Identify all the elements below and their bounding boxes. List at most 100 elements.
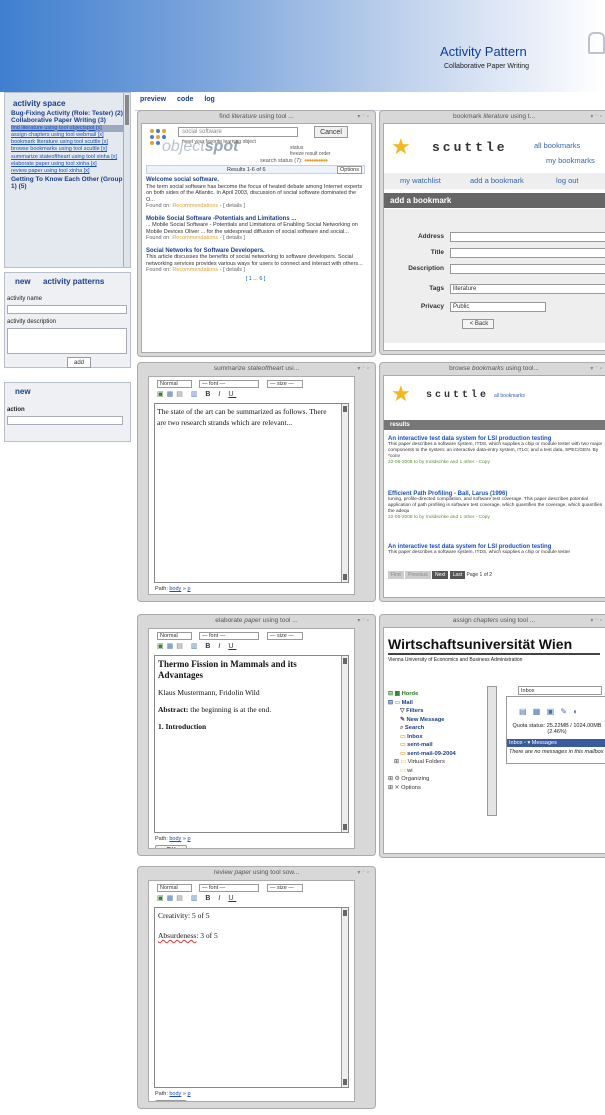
list-item[interactable]: elaborate paper using tool xinha [x] [11,161,124,168]
tree-item-inbox[interactable]: ▭ Inbox [388,733,456,742]
format-select[interactable]: Normal [157,884,192,892]
tree-item-filters[interactable]: ▽ Filters [388,707,456,716]
tree-item-organizing[interactable]: ⊞ ⚙ Organizing [388,775,456,784]
page-subtitle: Collaborative Paper Writing [444,63,530,70]
list-item[interactable]: bookmark literature using tool scuttle [… [11,139,124,146]
tree-item-search[interactable]: ⌕ Search [388,724,456,733]
activity-name-input[interactable] [7,305,127,314]
action-label: action [7,407,25,413]
first-button[interactable]: First [388,571,404,579]
path-indicator: Path: body » p [155,836,191,842]
size-select[interactable]: — size — [267,380,303,388]
editor-area[interactable]: The state of the art can be summarized a… [154,403,349,583]
widget-controls-icon[interactable]: ▾ ⁻ ▫ [590,617,602,624]
editor-area[interactable]: Creativity: 5 of 5 Absurdeness: 3 of 5 [154,907,349,1088]
pager[interactable]: [ 1 ... 6 ] [146,276,365,283]
privacy-select[interactable]: Public [450,302,546,312]
list-item[interactable]: browse bookmarks using tool scuttle [x] [11,146,124,153]
list-item[interactable]: Efficient Path Profiling - Ball, Larus (… [388,491,603,521]
toolbar-icons[interactable]: ▣▦▤ ▥ B I U [157,642,236,650]
size-select[interactable]: — size — [267,884,303,892]
list-item[interactable]: Welcome social software. The term social… [146,177,365,210]
tree-item-new-message[interactable]: ✎ New Message [388,716,456,725]
tab-preview[interactable]: preview [140,96,166,103]
tab-log[interactable]: log [204,96,215,103]
widget-controls-icon[interactable]: ▾ ⁻ ▫ [590,365,602,372]
add-button[interactable]: add [67,357,91,368]
tree-scrollbar[interactable] [487,686,497,816]
widget-controls-icon[interactable]: ▾ ⁻ ▫ [357,365,369,372]
all-bookmarks-link[interactable]: all bookmarks [494,393,525,399]
webmail-content: Wirtschaftsuniversität Wien Vienna Unive… [383,627,605,854]
previous-button[interactable]: Previous [405,571,431,579]
activity-description-input[interactable] [7,328,127,354]
widget-controls-icon[interactable]: ▾ ⁻ ▫ [590,113,602,120]
ok-button[interactable]: OK [155,1100,187,1101]
list-item[interactable]: Social Networks for Software Developers.… [146,248,365,274]
university-title: Wirtschaftsuniversität Wien [388,636,573,652]
cancel-button[interactable]: Cancel [314,126,348,138]
font-select[interactable]: — font — [199,632,259,640]
size-select[interactable]: — size — [267,632,303,640]
last-button[interactable]: Last [449,571,466,579]
logout-link[interactable]: log out [556,176,579,185]
widget-controls-icon[interactable]: ▾ ⁻ ▫ [357,113,369,120]
review-widget: review paper using tool sow... ▾ ⁻ ▫ Nor… [137,866,376,1109]
back-button[interactable]: < Back [462,319,494,329]
list-item[interactable]: summarize stateoftheart using tool xinha… [11,154,124,161]
editor-scrollbar[interactable] [341,656,348,832]
address-input[interactable] [450,232,605,242]
mail-toolbar-icons[interactable]: ▤ ▦ ▣ ✎ ◐ [519,707,580,716]
tree-item-mail[interactable]: ⊟ ▭ Mail [388,699,456,708]
list-item[interactable]: Mobile Social Software -Potentials and L… [146,216,365,242]
editor-scrollbar[interactable] [341,404,348,582]
list-item[interactable]: review paper using tool xinha [x] [11,168,124,175]
list-item[interactable]: Getting To Know Each Other (Group 1) (5) [11,176,124,191]
tree-item-horde[interactable]: ⊟ ▦ Horde [388,690,456,699]
my-bookmarks-link[interactable]: my bookmarks [546,156,595,165]
options-button[interactable]: Options [337,166,362,174]
watchlist-link[interactable]: my watchlist [400,176,441,185]
title-input[interactable] [450,248,605,258]
toolbar-icons[interactable]: ▣▦▤ ▥ B I U [157,390,236,398]
editor-area[interactable]: Thermo Fission in Mammals and its Advant… [154,655,349,833]
tree-item-virtual-folders[interactable]: ⊞ ▭ Virtual Folders [388,758,456,767]
tree-item-options[interactable]: ⊞ ✕ Options [388,784,456,793]
list-item[interactable]: find literature using tool objectspot [x… [11,124,124,132]
inbox-select[interactable]: Inbox [518,686,602,695]
freeze-toggle[interactable]: freeze result order [290,151,331,157]
all-bookmarks-link[interactable]: all bookmarks [534,141,580,150]
toolbar-icons[interactable]: ▣▦▤ ▥ B I U [157,894,236,902]
list-item[interactable]: Collaborative Paper Writing (3) [11,117,124,124]
sidebar-scrollbar[interactable] [123,93,130,267]
list-item[interactable]: Bug-Fixing Activity (Role: Tester) (2) [11,110,124,117]
widget-controls-icon[interactable]: ▾ ⁻ ▫ [357,869,369,876]
add-bookmark-link[interactable]: add a bookmark [470,176,524,185]
next-button[interactable]: Next [431,571,449,579]
tab-activity-space[interactable]: activity space [13,99,65,108]
font-select[interactable]: — font — [199,884,259,892]
list-item[interactable]: assign chapters using tool webmail [x] [11,132,124,139]
list-item[interactable]: An interactive test data system for LSI … [388,436,603,466]
tree-item-sent-mail-archive[interactable]: ▭ sent-mail-09-2004 [388,750,456,759]
search-input[interactable]: social software [178,127,298,137]
tab-new-action[interactable]: new [15,387,31,396]
tree-item-wi[interactable]: ▭ wi [388,767,456,776]
list-item[interactable]: An interactive test data system for LSI … [388,544,603,556]
widget-controls-icon[interactable]: ▾ ⁻ ▫ [357,617,369,624]
font-select[interactable]: — font — [199,380,259,388]
tab-new[interactable]: new [15,277,31,286]
results-list: Welcome social software. The term social… [146,177,365,282]
format-select[interactable]: Normal [157,632,192,640]
tab-code[interactable]: code [177,96,193,103]
format-select[interactable]: Normal [157,380,192,388]
ok-button[interactable]: OK [155,845,187,848]
tab-activity-patterns[interactable]: activity patterns [43,277,104,286]
objectspot-content: objectspot social software Cancel meet y… [141,123,372,353]
editor-scrollbar[interactable] [341,908,348,1087]
inbox-bar: Inbox ▪ ▾ Messages [507,739,605,747]
tags-input[interactable]: literature [450,284,605,294]
description-input[interactable] [450,264,605,274]
tree-item-sent-mail[interactable]: ▭ sent-mail [388,741,456,750]
action-select[interactable] [7,416,123,425]
